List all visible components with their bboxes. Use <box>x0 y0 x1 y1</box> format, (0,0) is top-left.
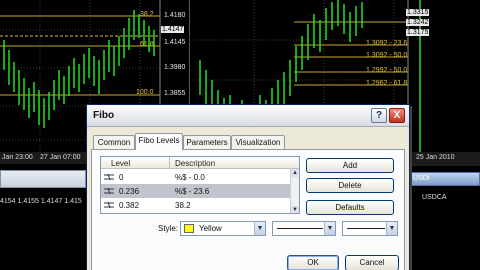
fibo-levels-panel: Level Description 0 %$ - 0.0 0.236 %$ - … <box>91 149 405 270</box>
line-style-select[interactable]: ▼ <box>272 221 336 236</box>
column-header-description[interactable]: Description <box>175 159 215 168</box>
tab-fibo-levels[interactable]: Fibo Levels <box>135 133 183 150</box>
price-axis-label: 1.4145 <box>164 39 186 46</box>
price-axis-label: 1.3315 <box>406 9 430 16</box>
levels-list[interactable]: Level Description 0 %$ - 0.0 0.236 %$ - … <box>100 156 300 214</box>
scroll-down-icon[interactable]: ▼ <box>291 206 299 213</box>
style-label: Style: <box>158 224 179 233</box>
line-width-select[interactable]: ▼ <box>342 221 398 236</box>
defaults-button[interactable]: Defaults <box>306 200 394 215</box>
fibo-label: 1.3092 - 23.6 <box>366 40 408 47</box>
cancel-button[interactable]: Cancel <box>345 255 399 270</box>
chevron-down-icon[interactable]: ▼ <box>386 222 397 235</box>
right-time-axis: 25 Jan 2010 <box>408 152 480 166</box>
time-label: 27 Jan 07:00 <box>40 154 81 161</box>
ok-button[interactable]: OK <box>287 255 339 270</box>
dialog-title: Fibo <box>93 110 115 121</box>
scroll-up-icon[interactable]: ▲ <box>291 169 299 177</box>
fibo-label-100: 100.0 <box>136 89 154 96</box>
bottom-left-chart-window[interactable]: 4154 1.4155 1.4147 1.415 <box>0 170 86 270</box>
help-button[interactable]: ? <box>371 108 387 123</box>
current-price-marker: 1.3242 <box>406 19 430 26</box>
window-titlebar[interactable]: USDi <box>408 172 480 186</box>
level-line-icon <box>104 174 114 180</box>
window-titlebar[interactable] <box>0 170 86 188</box>
chevron-down-icon[interactable]: ▼ <box>254 222 265 235</box>
quote-row: 4154 1.4155 1.4147 1.415 <box>0 198 82 205</box>
close-button[interactable]: X <box>389 108 405 123</box>
chevron-down-icon[interactable]: ▼ <box>324 222 335 235</box>
level-value: 0 <box>119 173 124 182</box>
level-row[interactable]: 0.382 38.2 <box>101 198 291 212</box>
time-label: Jan 23:00 <box>2 154 33 161</box>
price-axis-label: 1.3980 <box>164 64 186 71</box>
time-label: 25 Jan 2010 <box>416 154 455 161</box>
delete-button[interactable]: Delete <box>306 178 394 193</box>
level-value: 0.382 <box>119 201 140 210</box>
fibo-label: 1.2992 - 50.0 <box>366 67 408 74</box>
levels-scrollbar[interactable]: ▲ ▼ <box>290 169 299 213</box>
tab-parameters[interactable]: Parameters <box>183 135 231 149</box>
level-row-selected[interactable]: 0.236 %$ - 23.6 <box>101 184 291 198</box>
column-header-level[interactable]: Level <box>111 159 130 168</box>
level-line-icon <box>104 202 114 208</box>
line-width-preview <box>347 228 385 229</box>
line-style-preview <box>277 228 323 229</box>
level-description: 38.2 <box>175 201 191 210</box>
level-value: 0.236 <box>119 187 140 196</box>
color-select[interactable]: Yellow ▼ <box>180 221 266 236</box>
current-price-marker: 1.4147 <box>161 26 185 33</box>
fibo-dialog: Fibo ? X Common Fibo Levels Parameters V… <box>86 104 410 270</box>
price-axis-label: 1.3175 <box>406 29 430 36</box>
tab-visualization[interactable]: Visualization <box>231 135 285 149</box>
fibo-label: 1.3092 - 50.0 <box>366 52 408 59</box>
left-time-axis: Jan 23:00 27 Jan 07:00 <box>0 152 86 164</box>
color-name: Yellow <box>199 224 222 233</box>
dialog-titlebar[interactable]: Fibo ? X <box>87 105 409 127</box>
fibo-label-38: 38.2 <box>140 11 154 18</box>
chart-symbol: USDCA <box>422 194 447 201</box>
add-button[interactable]: Add <box>306 158 394 173</box>
price-axis-label: 1.4180 <box>164 12 186 19</box>
level-row[interactable]: 0 %$ - 0.0 <box>101 170 291 184</box>
fibo-label-61: 61.8 <box>140 41 154 48</box>
levels-header: Level Description <box>101 157 299 169</box>
fibo-label: 1.2962 - 61.8 <box>366 80 408 87</box>
bottom-right-chart-window[interactable]: USDi USDCA <box>408 172 480 270</box>
level-description: %$ - 23.6 <box>175 187 210 196</box>
price-axis-label: 1.3855 <box>164 90 186 97</box>
level-line-icon <box>104 188 114 194</box>
level-description: %$ - 0.0 <box>175 173 205 182</box>
tab-common[interactable]: Common <box>93 135 135 149</box>
color-swatch <box>184 224 194 233</box>
